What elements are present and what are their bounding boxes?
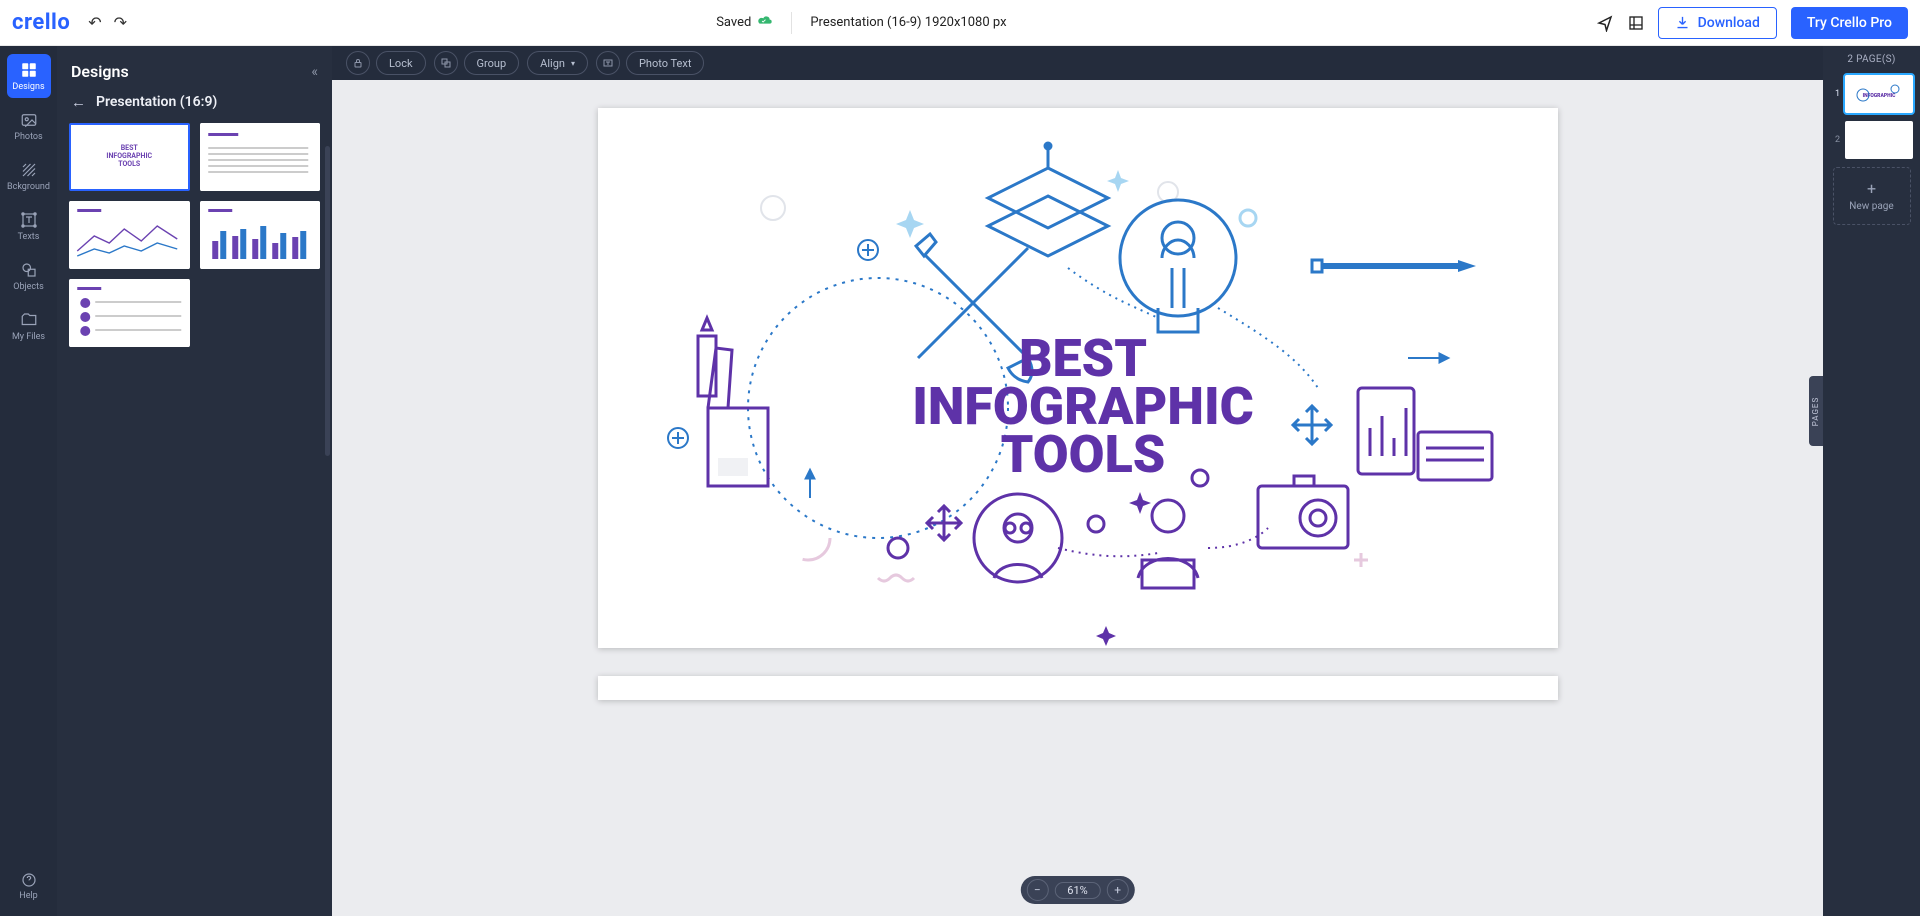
try-pro-button[interactable]: Try Crello Pro — [1791, 7, 1908, 39]
app-body: Designs Photos Bckground Texts Objects M… — [0, 46, 1920, 916]
tool-designs-label: Designs — [12, 82, 44, 92]
photo-text-button[interactable]: Photo Text — [626, 51, 704, 75]
share-icon[interactable] — [1596, 14, 1614, 32]
cloud-saved-icon — [757, 15, 773, 31]
tool-background-label: Bckground — [7, 182, 50, 192]
document-title[interactable]: Presentation (16-9) 1920x1080 px — [810, 15, 1006, 30]
header-center: Saved Presentation (16-9) 1920x1080 px — [127, 12, 1596, 34]
back-arrow-button[interactable]: ← — [71, 93, 86, 111]
pages-rail: 2 PAGE(S) 1 INFOGRAPHIC 2 + New page PAG… — [1823, 46, 1920, 916]
template-thumb[interactable] — [200, 123, 321, 191]
download-label: Download — [1698, 15, 1760, 31]
help-label: Help — [19, 891, 37, 901]
canvas-area: Lock Group Align▾ Photo Text — [332, 46, 1823, 916]
resize-icon[interactable] — [1628, 15, 1644, 31]
header-right: Download Try Crello Pro — [1596, 7, 1908, 39]
divider — [791, 12, 792, 34]
zoom-value[interactable]: 61% — [1054, 882, 1100, 899]
plus-icon: + — [1867, 181, 1876, 197]
template-thumb[interactable] — [69, 279, 190, 347]
pages-tab-label: PAGES — [1812, 396, 1821, 425]
history-controls: ↶ ↷ — [88, 13, 127, 32]
tool-background[interactable]: Bckground — [7, 154, 51, 198]
tool-objects-label: Objects — [13, 282, 43, 292]
page-mini: INFOGRAPHIC — [1845, 75, 1913, 113]
help-button[interactable]: Help — [7, 864, 51, 908]
canvas-scroll[interactable]: BEST INFOGRAPHIC TOOLS — [332, 80, 1823, 916]
top-header: crello ↶ ↷ Saved Presentation (16-9) 192… — [0, 0, 1920, 46]
app-logo[interactable]: crello — [12, 10, 70, 35]
saved-status: Saved — [716, 15, 773, 31]
zoom-in-button[interactable]: + — [1107, 879, 1129, 901]
redo-button[interactable]: ↷ — [114, 13, 127, 32]
group-button[interactable]: Group — [464, 51, 520, 75]
saved-label: Saved — [716, 15, 751, 30]
template-grid: BEST INFOGRAPHIC TOOLS — [57, 123, 332, 363]
svg-text:TOOLS: TOOLS — [1000, 424, 1165, 485]
page-number: 2 — [1830, 135, 1840, 145]
tool-myfiles-label: My Files — [12, 332, 45, 342]
tool-photos[interactable]: Photos — [7, 104, 51, 148]
align-dropdown[interactable]: Align▾ — [527, 51, 588, 75]
undo-button[interactable]: ↶ — [88, 13, 101, 32]
panel-scrollbar[interactable] — [325, 146, 330, 456]
download-button[interactable]: Download — [1658, 7, 1777, 39]
collapse-panel-button[interactable]: « — [311, 64, 318, 80]
template-thumb[interactable] — [200, 201, 321, 269]
panel-title: Designs — [71, 62, 129, 81]
photo-text-icon[interactable] — [596, 51, 620, 75]
page-thumb-2[interactable]: 2 — [1830, 121, 1913, 159]
tool-myfiles[interactable]: My Files — [7, 304, 51, 348]
template-thumb[interactable] — [69, 201, 190, 269]
tool-objects[interactable]: Objects — [7, 254, 51, 298]
lock-button[interactable]: Lock — [376, 51, 426, 75]
page-1[interactable]: BEST INFOGRAPHIC TOOLS — [598, 108, 1558, 648]
pages-count-label: 2 PAGE(S) — [1847, 54, 1895, 65]
page-number: 1 — [1830, 89, 1840, 99]
designs-panel: Designs « ← Presentation (16:9) BEST INF… — [57, 46, 332, 916]
zoom-out-button[interactable]: − — [1026, 879, 1048, 901]
tool-rail: Designs Photos Bckground Texts Objects M… — [0, 46, 57, 916]
new-page-button[interactable]: + New page — [1833, 167, 1911, 225]
page-canvas-illustration: BEST INFOGRAPHIC TOOLS — [598, 108, 1558, 648]
tool-texts-label: Texts — [18, 232, 40, 242]
page-thumb-1[interactable]: 1 INFOGRAPHIC — [1830, 75, 1913, 113]
pages-tab[interactable]: PAGES — [1809, 376, 1823, 446]
zoom-bar: − 61% + — [1020, 876, 1134, 904]
page-mini — [1845, 121, 1913, 159]
page-2[interactable] — [598, 676, 1558, 700]
group-icon[interactable] — [434, 51, 458, 75]
tool-texts[interactable]: Texts — [7, 204, 51, 248]
lock-icon[interactable] — [346, 51, 370, 75]
new-page-label: New page — [1849, 201, 1893, 212]
tool-photos-label: Photos — [14, 132, 42, 142]
tool-designs[interactable]: Designs — [7, 54, 51, 98]
template-thumb[interactable]: BEST INFOGRAPHIC TOOLS — [69, 123, 190, 191]
context-toolbar: Lock Group Align▾ Photo Text — [332, 46, 1823, 80]
panel-subtitle: Presentation (16:9) — [96, 94, 217, 110]
